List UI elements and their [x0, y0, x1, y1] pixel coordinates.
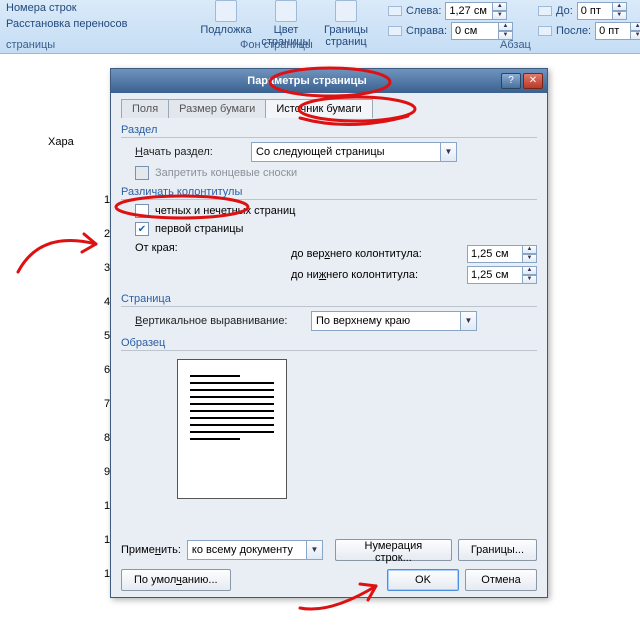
group-page-setup: страницы	[6, 39, 55, 51]
spacing-after-icon	[538, 26, 552, 36]
spacing-before-icon	[538, 6, 552, 16]
ribbon-hyphenation[interactable]: Расстановка переносов	[6, 18, 156, 30]
valign-label: Вертикальное выравнивание:	[135, 315, 305, 327]
spacing-after-label: После:	[556, 25, 591, 37]
dialog-tabs: Поля Размер бумаги Источник бумаги	[121, 99, 537, 118]
odd-even-checkbox[interactable]	[135, 204, 149, 218]
page-legend: Страница	[121, 293, 537, 307]
chevron-down-icon[interactable]: ▼	[441, 142, 457, 162]
section-legend: Раздел	[121, 124, 537, 138]
ok-button[interactable]: OK	[387, 569, 459, 591]
spacing-before-spinner[interactable]: ▲▼	[577, 2, 627, 20]
indent-right-row: Справа: ▲▼	[388, 22, 513, 40]
close-button[interactable]: ✕	[523, 73, 543, 89]
ribbon-line-numbers[interactable]: Номера строк	[6, 2, 116, 14]
ribbon: Номера строк Расстановка переносов стран…	[0, 0, 640, 54]
indent-right-label: Справа:	[406, 25, 447, 37]
indent-right-icon	[388, 26, 402, 36]
page-setup-dialog: Параметры страницы ? ✕ Поля Размер бумаг…	[110, 68, 548, 598]
spacing-before-row: До: ▲▼	[538, 2, 627, 20]
odd-even-label: четных и нечетных страниц	[155, 205, 295, 217]
start-section-label: Начать раздел:	[135, 146, 245, 158]
borders-button[interactable]: Границы...	[458, 539, 537, 561]
indent-left-spinner[interactable]: ▲▼	[445, 2, 507, 20]
indent-left-row: Слева: ▲▼	[388, 2, 507, 20]
line-numbers-button[interactable]: Нумерация строк...	[335, 539, 452, 561]
indent-right-spinner[interactable]: ▲▼	[451, 22, 513, 40]
tab-paper-source[interactable]: Источник бумаги	[266, 99, 372, 118]
first-page-label: первой страницы	[155, 223, 243, 235]
dialog-title: Параметры страницы	[115, 75, 499, 87]
footer-distance-spinner[interactable]: ▲▼	[467, 266, 537, 284]
group-page-background: Фон страницы	[240, 39, 313, 51]
ribbon-borders[interactable]: Границы страниц	[316, 0, 376, 48]
doc-text: Хара	[48, 136, 74, 148]
first-page-checkbox[interactable]	[135, 222, 149, 236]
default-button[interactable]: По умолчанию...	[121, 569, 231, 591]
chevron-down-icon[interactable]: ▼	[307, 540, 323, 560]
tab-fields[interactable]: Поля	[121, 99, 169, 118]
headers-legend: Различать колонтитулы	[121, 186, 537, 200]
footer-distance-label: до нижнего колонтитула:	[291, 269, 461, 281]
from-edge-label: От края:	[135, 242, 245, 287]
suppress-endnotes-checkbox	[135, 166, 149, 180]
ribbon-watermark[interactable]: Подложка	[196, 0, 256, 36]
suppress-endnotes-label: Запретить концевые сноски	[155, 167, 297, 179]
spacing-after-spinner[interactable]: ▲▼	[595, 22, 640, 40]
header-distance-spinner[interactable]: ▲▼	[467, 245, 537, 263]
spacing-before-label: До:	[556, 5, 573, 17]
preview-legend: Образец	[121, 337, 537, 351]
apply-to-combo[interactable]: ▼	[187, 540, 323, 560]
preview-thumbnail	[177, 359, 287, 499]
valign-combo[interactable]: ▼	[311, 311, 477, 331]
group-paragraph: Абзац	[500, 39, 531, 51]
spacing-after-row: После: ▲▼	[538, 22, 640, 40]
chevron-down-icon[interactable]: ▼	[461, 311, 477, 331]
dialog-titlebar[interactable]: Параметры страницы ? ✕	[111, 69, 547, 93]
tab-paper-size[interactable]: Размер бумаги	[169, 99, 266, 118]
header-distance-label: до верхнего колонтитула:	[291, 248, 461, 260]
indent-left-icon	[388, 6, 402, 16]
apply-to-label: Применить:	[121, 544, 181, 556]
help-button[interactable]: ?	[501, 73, 521, 89]
start-section-combo[interactable]: ▼	[251, 142, 457, 162]
cancel-button[interactable]: Отмена	[465, 569, 537, 591]
indent-left-label: Слева:	[406, 5, 441, 17]
